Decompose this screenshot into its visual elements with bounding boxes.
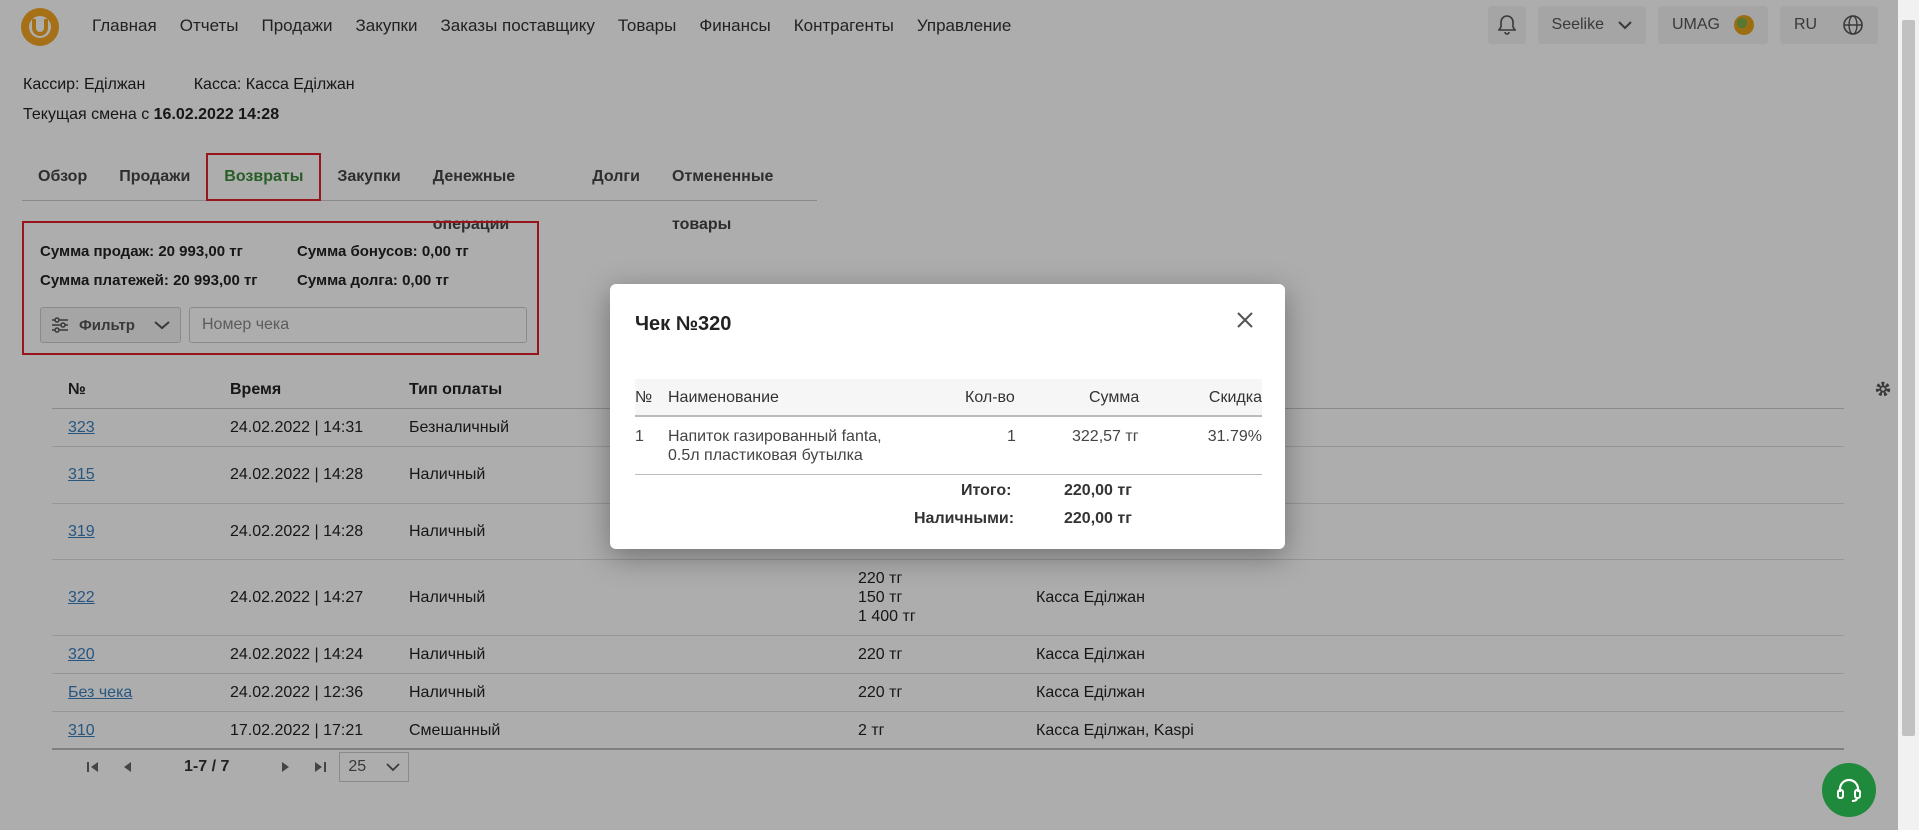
total-value: 220,00 тг [1064, 482, 1132, 499]
scrollbar-thumb[interactable] [1902, 20, 1915, 736]
col-sum: Сумма [1089, 389, 1140, 406]
receipt-table: № Наименование Кол-во Сумма Скидка 1 Нап… [635, 379, 1262, 533]
support-chat-button[interactable] [1822, 763, 1876, 817]
headset-icon [1837, 778, 1861, 802]
total-label: Итого: [961, 482, 1012, 499]
item-discount: 31.79% [1207, 428, 1262, 445]
modal-title: Чек №320 [635, 313, 732, 335]
receipt-item-row: 1 Напиток газированный fanta, 0.5л пласт… [635, 417, 1262, 475]
item-name-line2: 0.5л пластиковая бутылка [668, 447, 863, 464]
col-name: Наименование [668, 389, 779, 406]
item-sum: 322,57 тг [1072, 428, 1139, 445]
cash-value: 220,00 тг [1064, 510, 1132, 527]
close-icon[interactable] [1235, 310, 1255, 330]
page-scrollbar[interactable] [1898, 0, 1919, 830]
total-row: Итого: 220,00 тг [635, 477, 1262, 505]
item-num: 1 [635, 428, 644, 445]
item-qty: 1 [1007, 428, 1016, 445]
col-num: № [635, 389, 653, 406]
receipt-header: № Наименование Кол-во Сумма Скидка [635, 379, 1262, 417]
cash-row: Наличными: 220,00 тг [635, 505, 1262, 533]
cash-label: Наличными: [914, 510, 1015, 527]
receipt-modal: Чек №320 № Наименование Кол-во Сумма Ски… [610, 284, 1285, 549]
col-discount: Скидка [1208, 389, 1262, 406]
col-qty: Кол-во [965, 389, 1015, 406]
item-name-line1: Напиток газированный fanta, [668, 428, 882, 445]
